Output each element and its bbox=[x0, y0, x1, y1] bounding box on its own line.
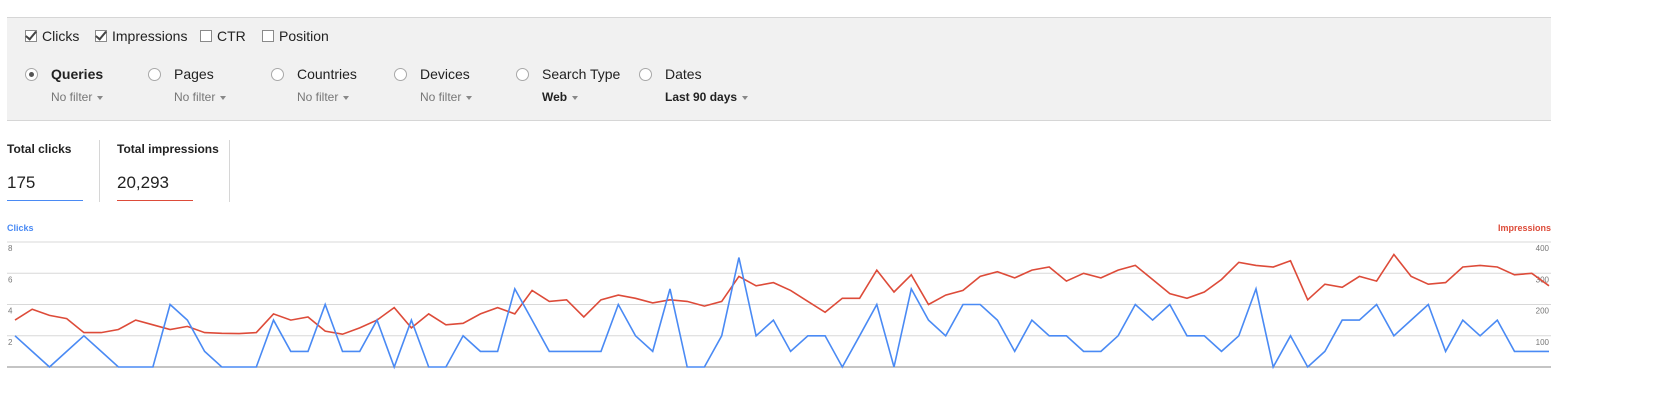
performance-chart: 2 4 6 8 100 200 300 400 bbox=[7, 241, 1551, 370]
queries-radio[interactable] bbox=[25, 67, 38, 81]
ctr-checkbox[interactable]: CTR bbox=[200, 28, 246, 44]
dimension-queries[interactable]: Queries No filter bbox=[25, 66, 104, 104]
caret-down-icon bbox=[572, 95, 579, 100]
pages-filter-dropdown[interactable]: No filter bbox=[174, 90, 227, 104]
impressions-series-line bbox=[14, 253, 1550, 336]
totals-divider bbox=[229, 140, 230, 202]
impressions-checkbox-label: Impressions bbox=[112, 28, 188, 44]
clicks-axis-title: Clicks bbox=[7, 223, 34, 233]
caret-down-icon bbox=[343, 95, 350, 100]
dimension-dates[interactable]: Dates Last 90 days bbox=[639, 66, 749, 104]
impressions-axis-title: Impressions bbox=[1497, 223, 1551, 233]
countries-filter-value: No filter bbox=[297, 90, 339, 104]
devices-filter-value: No filter bbox=[420, 90, 462, 104]
dimension-countries[interactable]: Countries No filter bbox=[271, 66, 357, 104]
caret-down-icon bbox=[466, 95, 473, 100]
pages-radio[interactable] bbox=[148, 67, 161, 81]
checkbox-clicks-box[interactable] bbox=[25, 30, 37, 42]
clicks-checkbox-label: Clicks bbox=[42, 28, 80, 44]
total-impressions-underline bbox=[117, 200, 193, 201]
caret-down-icon bbox=[97, 95, 104, 100]
dimension-search-type[interactable]: Search Type Web bbox=[516, 66, 620, 104]
search-type-dropdown[interactable]: Web bbox=[542, 90, 620, 104]
dates-radio[interactable] bbox=[639, 67, 652, 81]
total-clicks-value: 175 bbox=[7, 173, 36, 192]
devices-radio[interactable] bbox=[394, 67, 407, 81]
ctr-checkbox-label: CTR bbox=[217, 28, 246, 44]
total-clicks-underline bbox=[7, 200, 83, 201]
pages-filter-value: No filter bbox=[174, 90, 216, 104]
clicks-series-line bbox=[14, 257, 1549, 370]
caret-down-icon bbox=[220, 95, 227, 100]
impressions-checkbox[interactable]: Impressions bbox=[95, 28, 187, 44]
position-checkbox[interactable]: Position bbox=[262, 28, 329, 44]
countries-filter-dropdown[interactable]: No filter bbox=[297, 90, 357, 104]
devices-filter-dropdown[interactable]: No filter bbox=[420, 90, 473, 104]
dates-value: Last 90 days bbox=[665, 90, 738, 104]
search-type-label: Search Type bbox=[542, 66, 621, 82]
dimension-filter-bar: Queries No filter Pages No filter Countr… bbox=[7, 52, 1551, 121]
position-checkbox-label: Position bbox=[279, 28, 329, 44]
clicks-axis-tick: 4 bbox=[8, 307, 13, 316]
queries-filter-dropdown[interactable]: No filter bbox=[51, 90, 104, 104]
queries-label: Queries bbox=[51, 66, 104, 82]
countries-label: Countries bbox=[297, 66, 357, 82]
caret-down-icon bbox=[742, 95, 749, 100]
total-impressions-label: Total impressions bbox=[117, 142, 219, 156]
impressions-axis-tick: 300 bbox=[1536, 275, 1550, 284]
impressions-axis-tick: 400 bbox=[1536, 244, 1550, 253]
checkbox-ctr-box[interactable] bbox=[200, 30, 212, 42]
checkbox-impressions-box[interactable] bbox=[95, 30, 107, 42]
checkbox-position-box[interactable] bbox=[262, 30, 274, 42]
countries-radio[interactable] bbox=[271, 67, 284, 81]
clicks-axis-tick: 6 bbox=[8, 275, 13, 284]
devices-label: Devices bbox=[420, 66, 470, 82]
dimension-devices[interactable]: Devices No filter bbox=[394, 66, 473, 104]
dimension-pages[interactable]: Pages No filter bbox=[148, 66, 227, 104]
totals-divider bbox=[99, 140, 100, 202]
dates-dropdown[interactable]: Last 90 days bbox=[665, 90, 749, 104]
search-type-radio[interactable] bbox=[516, 67, 529, 81]
pages-label: Pages bbox=[174, 66, 214, 82]
total-impressions-value: 20,293 bbox=[117, 173, 169, 192]
impressions-axis-tick: 100 bbox=[1536, 338, 1550, 347]
total-clicks-label: Total clicks bbox=[7, 142, 72, 156]
search-type-value: Web bbox=[542, 90, 568, 104]
clicks-axis-tick: 8 bbox=[8, 244, 13, 253]
metrics-toolbar: Clicks Impressions CTR Position bbox=[7, 17, 1551, 53]
clicks-checkbox[interactable]: Clicks bbox=[25, 28, 79, 44]
clicks-axis-tick: 2 bbox=[8, 338, 13, 347]
impressions-axis-tick: 200 bbox=[1536, 307, 1550, 316]
queries-filter-value: No filter bbox=[51, 90, 93, 104]
dates-label: Dates bbox=[665, 66, 702, 82]
